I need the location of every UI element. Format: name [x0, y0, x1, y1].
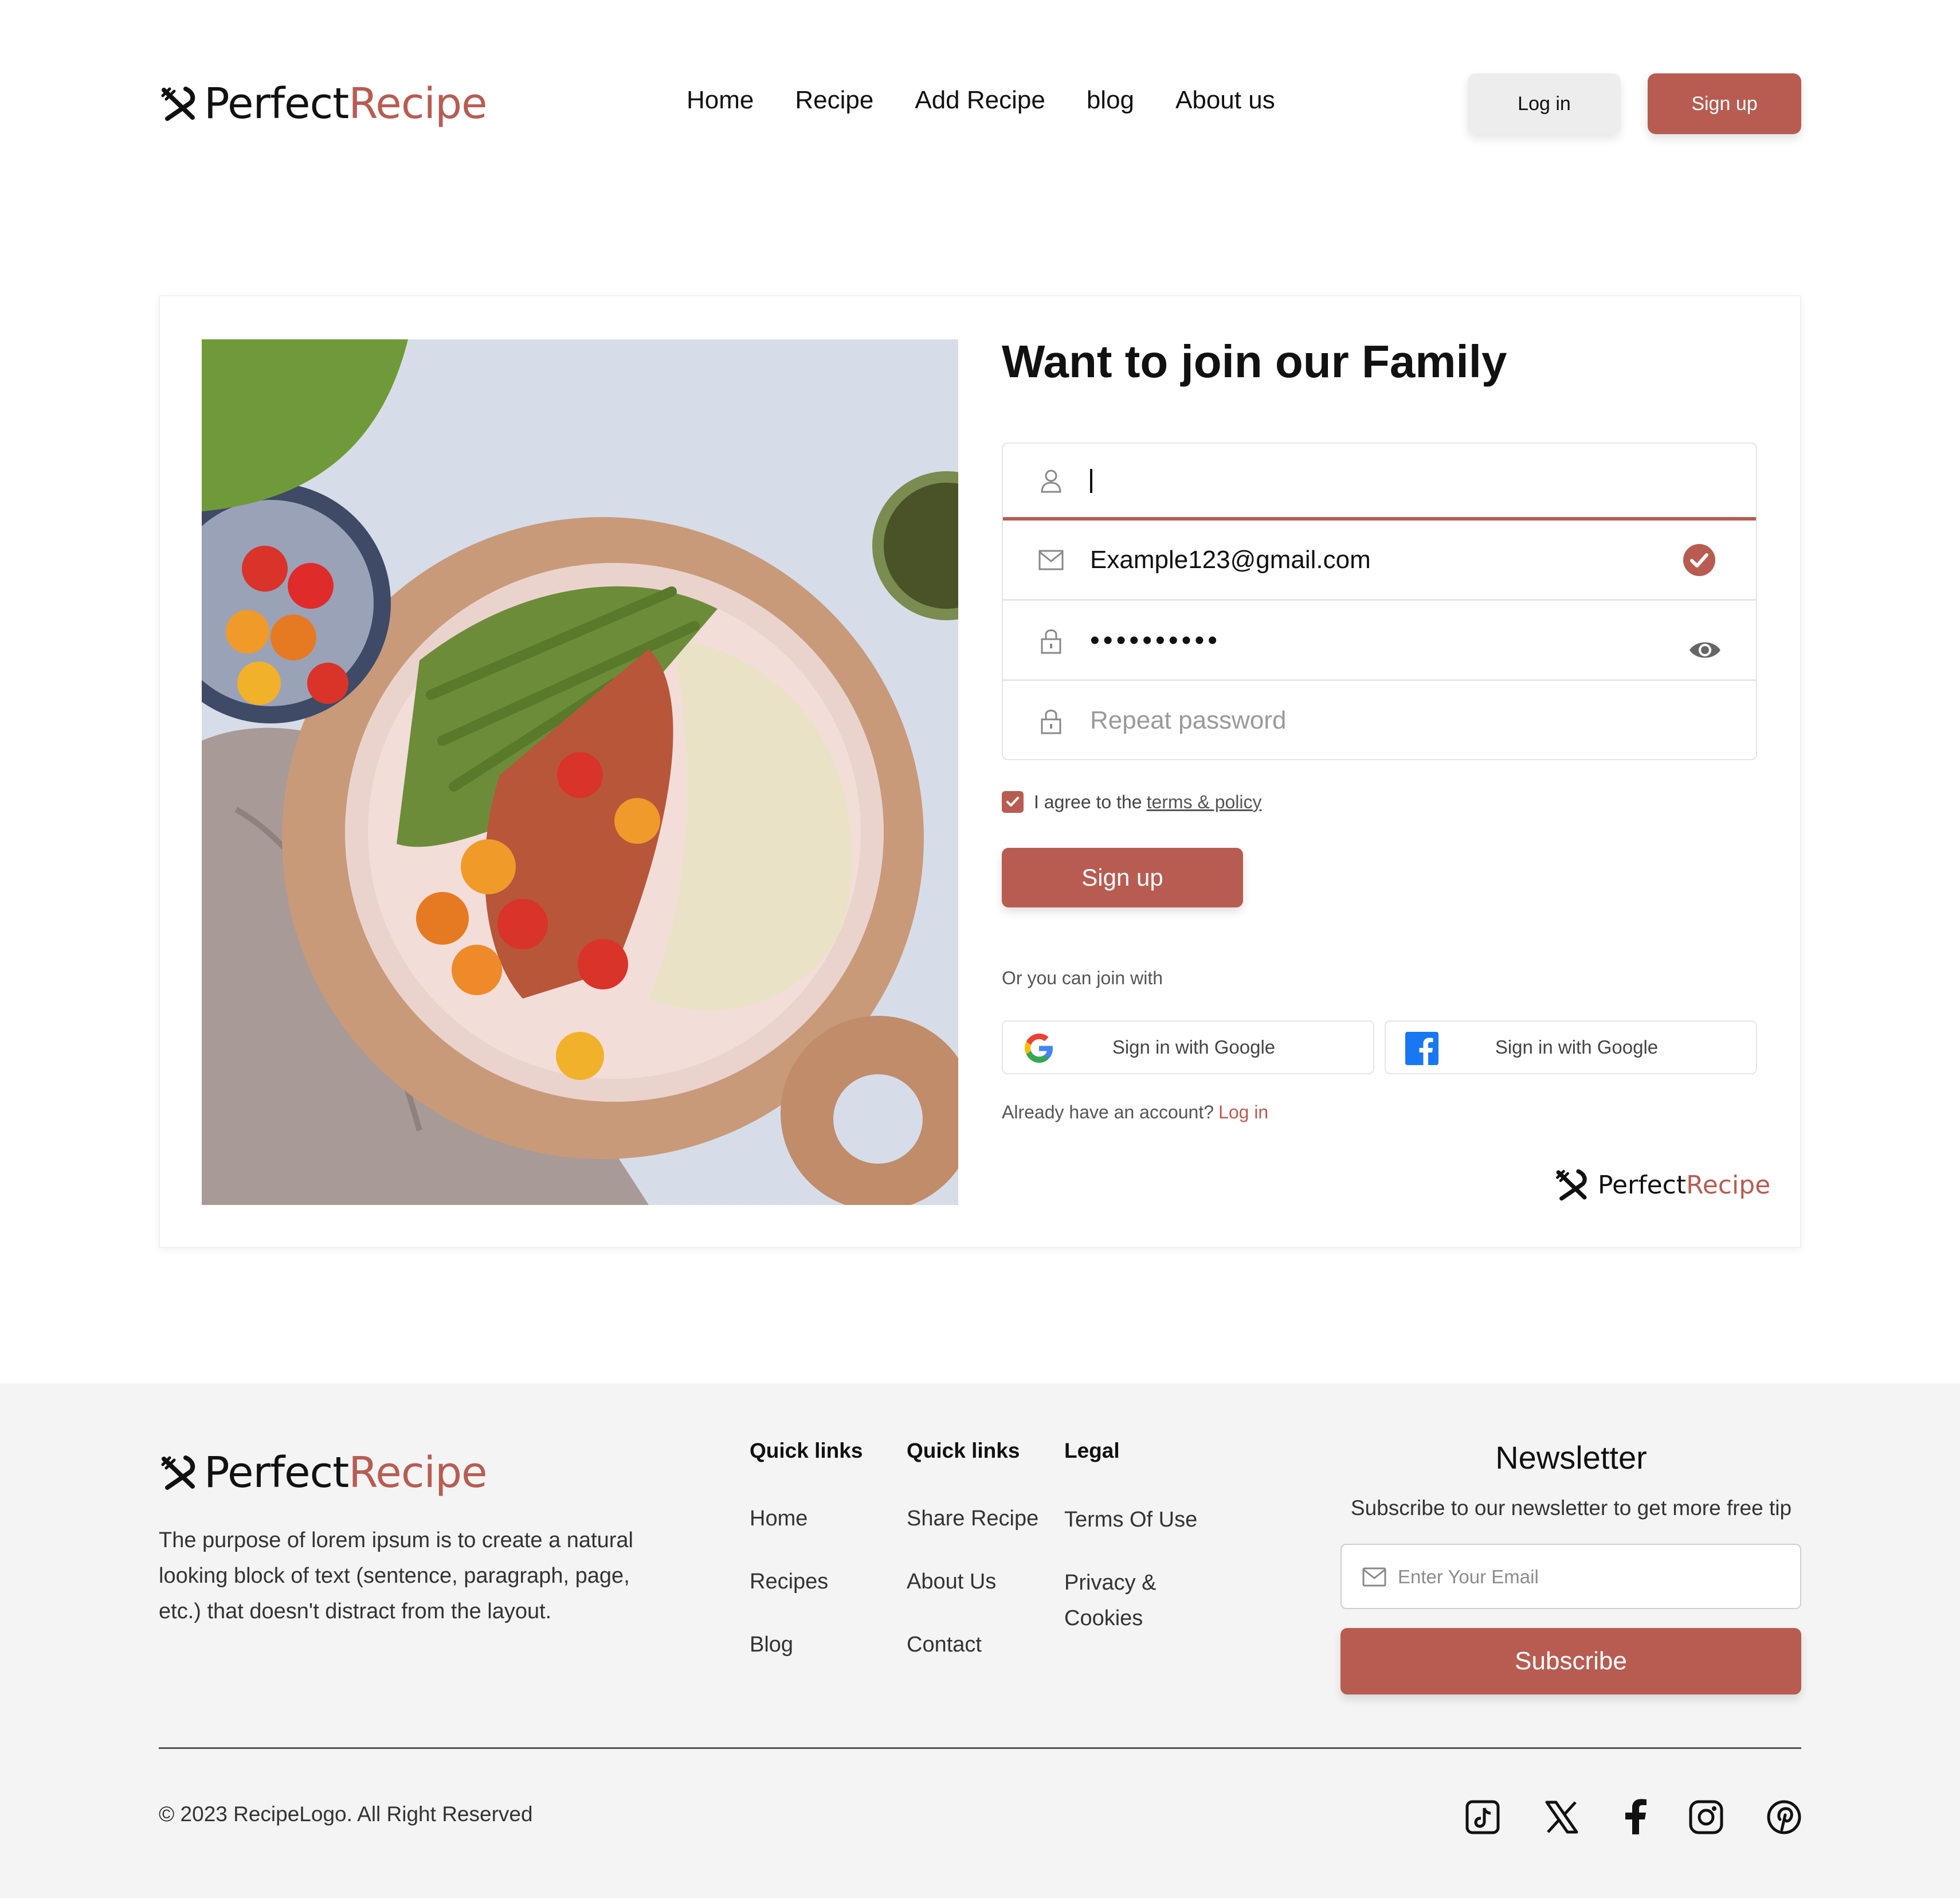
copyright-text: © 2023 RecipeLogo. All Right Reserved [159, 1802, 533, 1826]
tiktok-icon[interactable] [1465, 1799, 1500, 1836]
utensils-icon [159, 1453, 198, 1492]
repeat-password-field [1003, 681, 1756, 760]
user-icon [1041, 469, 1061, 493]
username-field [1003, 444, 1756, 521]
brand-name: PerfectRecipe [204, 1448, 488, 1497]
brand-name: PerfectRecipe [1598, 1171, 1770, 1200]
facebook-icon[interactable] [1622, 1799, 1648, 1836]
have-account-text: Already have an account? [1002, 1102, 1214, 1122]
lock-icon [1041, 710, 1061, 734]
footer-column-heading: Legal [1064, 1439, 1120, 1462]
signup-fields [1002, 443, 1757, 760]
password-field [1003, 601, 1756, 681]
mail-icon [1038, 550, 1064, 570]
brand-name-part2: Recipe [348, 1448, 487, 1497]
terms-agreement: I agree to the terms & policy [1002, 791, 1262, 813]
footer-link-contact[interactable]: Contact [907, 1627, 982, 1662]
nav-about-us[interactable]: About us [1175, 86, 1275, 115]
have-account-line: Already have an account? Log in [1002, 1102, 1268, 1123]
newsletter-email-field [1340, 1544, 1801, 1609]
checkmark-icon [1006, 797, 1019, 807]
footer-column-heading: Quick links [750, 1439, 863, 1462]
nav-blog[interactable]: blog [1087, 86, 1134, 115]
header-logo[interactable]: PerfectRecipe [159, 76, 488, 132]
repeat-password-input[interactable] [1090, 701, 1663, 741]
footer-link-share-recipe[interactable]: Share Recipe [907, 1501, 1038, 1536]
newsletter-title: Newsletter [1495, 1439, 1647, 1476]
brand-name-part1: Perfect [204, 79, 349, 128]
terms-checkbox[interactable] [1002, 791, 1024, 813]
nav-recipe[interactable]: Recipe [795, 86, 873, 115]
agree-text: I agree to the [1034, 791, 1142, 812]
footer-description: The purpose of lorem ipsum is to create … [159, 1528, 633, 1623]
brand-name-part1: Perfect [204, 1448, 349, 1497]
facebook-signin-button[interactable]: Sign in with Google [1385, 1020, 1757, 1074]
mail-icon [1362, 1567, 1386, 1587]
or-join-text: Or you can join with [1002, 968, 1163, 988]
footer-column-quick-links-2: Quick links Share Recipe About Us Contac… [907, 1439, 1038, 1657]
email-field [1003, 521, 1756, 601]
footer-link-blog[interactable]: Blog [750, 1627, 793, 1662]
check-circle-icon [1683, 543, 1715, 576]
google-signin-label: Sign in with Google [1112, 1036, 1276, 1058]
brand-name-part1: Perfect [1598, 1170, 1687, 1200]
footer-link-terms[interactable]: Terms Of Use [1064, 1502, 1197, 1537]
main-nav: Home Recipe Add Recipe blog About us [687, 86, 1275, 115]
brand-name-part2: Recipe [1686, 1170, 1771, 1200]
subscribe-button[interactable]: Subscribe [1340, 1628, 1801, 1694]
nav-add-recipe[interactable]: Add Recipe [915, 86, 1045, 115]
header-signup-button[interactable]: Sign up [1648, 73, 1801, 134]
header-login-button[interactable]: Log in [1468, 73, 1621, 134]
email-input[interactable] [1090, 540, 1663, 580]
utensils-icon [159, 84, 198, 123]
pinterest-icon[interactable] [1766, 1799, 1802, 1836]
instagram-icon[interactable] [1688, 1799, 1724, 1836]
google-signin-button[interactable]: Sign in with Google [1002, 1020, 1374, 1074]
x-icon[interactable] [1545, 1799, 1579, 1836]
nav-home[interactable]: Home [687, 86, 754, 115]
signup-submit-button[interactable]: Sign up [1002, 848, 1243, 907]
terms-link[interactable]: terms & policy [1147, 792, 1262, 813]
card-logo: PerfectRecipe [1554, 1167, 1770, 1203]
form-title: Want to join our Family [1002, 336, 1507, 387]
food-photo [202, 339, 958, 1205]
username-input[interactable] [1090, 461, 1720, 501]
eye-icon[interactable] [1688, 639, 1722, 662]
footer-column-heading: Quick links [907, 1439, 1020, 1462]
facebook-signin-label: Sign in with Google [1495, 1036, 1659, 1058]
lock-icon [1041, 629, 1061, 653]
footer-link-about-us[interactable]: About Us [907, 1564, 996, 1599]
utensils-icon [1554, 1167, 1590, 1203]
footer-link-recipes[interactable]: Recipes [750, 1564, 828, 1599]
footer-link-privacy[interactable]: Privacy & Cookies [1064, 1565, 1179, 1636]
footer-column-legal: Legal Terms Of Use Privacy & Cookies [1064, 1439, 1197, 1630]
brand-name-part2: Recipe [348, 79, 487, 128]
password-input[interactable] [1090, 620, 1663, 660]
footer-logo[interactable]: PerfectRecipe [159, 1445, 488, 1501]
brand-name: PerfectRecipe [204, 79, 488, 128]
newsletter-subtitle: Subscribe to our newsletter to get more … [1350, 1496, 1792, 1520]
footer-divider [159, 1747, 1801, 1749]
footer-column-quick-links: Quick links Home Recipes Blog [750, 1439, 863, 1657]
newsletter-email-input[interactable] [1398, 1559, 1787, 1595]
login-link[interactable]: Log in [1218, 1102, 1268, 1122]
footer-link-home[interactable]: Home [750, 1501, 807, 1536]
